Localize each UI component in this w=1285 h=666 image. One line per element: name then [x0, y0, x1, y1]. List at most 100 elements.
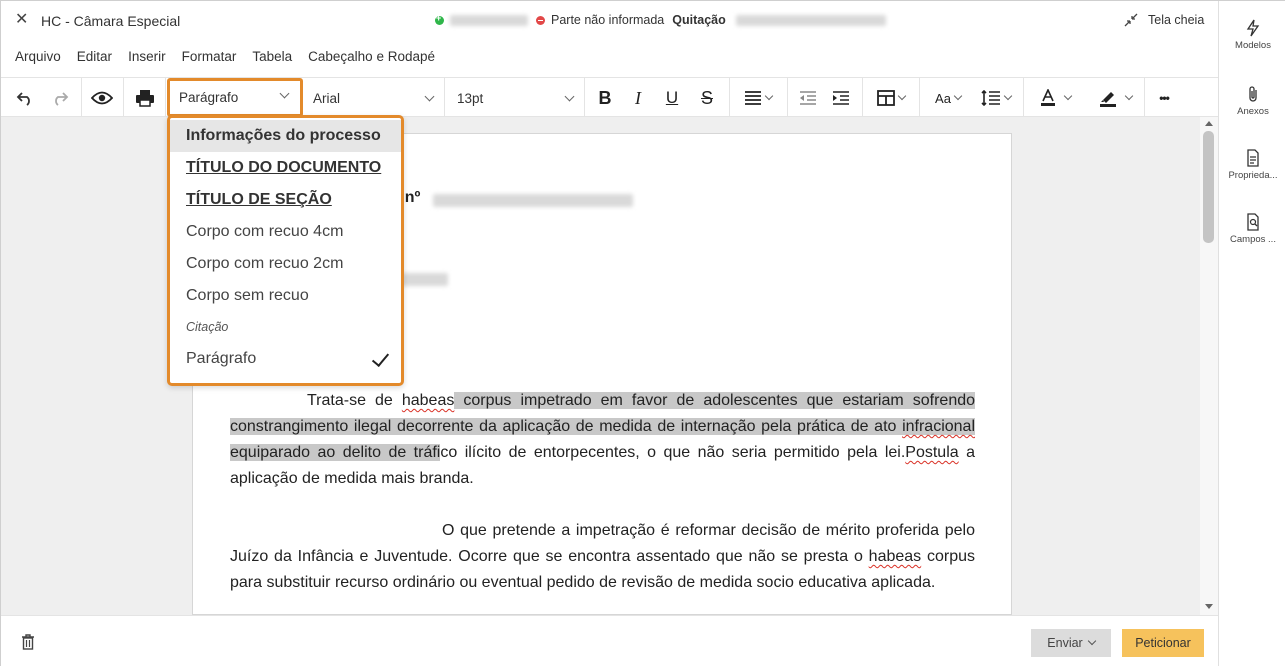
- sidebar-item-label: Proprieda...: [1228, 170, 1278, 181]
- more-options-button[interactable]: •••: [1151, 84, 1177, 112]
- chevron-down-icon: [1124, 91, 1134, 101]
- chevron-down-icon: [764, 91, 774, 101]
- undo-button[interactable]: [13, 84, 37, 112]
- preview-button[interactable]: [89, 84, 115, 112]
- style-option-paragrafo-label: Parágrafo: [186, 350, 257, 367]
- underline-button[interactable]: U: [662, 84, 682, 112]
- fullscreen-button[interactable]: Tela cheia: [1124, 13, 1204, 27]
- party-missing-label: Parte não informada: [551, 13, 665, 27]
- party-info: Parte não informada Quitação: [435, 13, 886, 27]
- chevron-down-icon: [424, 91, 435, 101]
- paragraph-style-value: Parágrafo: [179, 90, 239, 105]
- bold-button[interactable]: B: [595, 84, 615, 112]
- toolbar-separator: [729, 78, 730, 117]
- redacted-number: [433, 194, 633, 207]
- send-button[interactable]: Enviar: [1031, 629, 1111, 657]
- scroll-up-icon[interactable]: [1205, 121, 1213, 126]
- party-ok-icon: [435, 13, 444, 25]
- menu-inserir[interactable]: Inserir: [120, 49, 174, 64]
- font-family-select[interactable]: Arial: [303, 81, 443, 115]
- paperclip-icon: [1249, 86, 1257, 102]
- trash-icon[interactable]: [21, 634, 35, 655]
- vertical-scrollbar[interactable]: [1200, 117, 1218, 615]
- font-size-value: 13pt: [457, 90, 484, 106]
- collapse-icon: [1124, 13, 1138, 27]
- printer-icon: [136, 90, 154, 107]
- toolbar-separator: [123, 78, 124, 117]
- highlight-color-button[interactable]: [1092, 84, 1138, 112]
- bottom-bar: Enviar Peticionar: [1, 615, 1218, 666]
- indent-icon: [833, 91, 849, 105]
- line-height-button[interactable]: [976, 84, 1016, 112]
- menu-formatar[interactable]: Formatar: [174, 49, 245, 64]
- style-option-recuo-2cm[interactable]: Corpo com recuo 2cm: [170, 248, 401, 280]
- table-icon: [877, 90, 895, 106]
- menu-arquivo[interactable]: Arquivo: [7, 49, 69, 64]
- italic-button[interactable]: I: [628, 84, 648, 112]
- style-option-titulo-secao[interactable]: TÍTULO DE SEÇÃO: [170, 184, 401, 216]
- style-option-informacoes[interactable]: Informações do processo: [170, 120, 401, 152]
- close-icon[interactable]: ✕: [15, 12, 31, 28]
- sidebar-item-label: Modelos: [1235, 40, 1271, 51]
- paragraph-2: O que pretende a impetração é reformar d…: [230, 518, 975, 596]
- para1-text: co ilícito de entorpecentes, o que não s…: [440, 444, 906, 461]
- chevron-down-icon: [1063, 91, 1073, 101]
- sidebar-item-label: Campos ...: [1230, 234, 1276, 245]
- redacted-party: [450, 14, 528, 26]
- toolbar-separator: [1144, 78, 1145, 117]
- strikethrough-button[interactable]: S: [696, 84, 718, 112]
- align-justify-icon: [745, 91, 761, 105]
- search-document-icon: [1247, 213, 1259, 231]
- table-button[interactable]: [872, 84, 910, 112]
- font-family-value: Arial: [313, 90, 341, 106]
- chevron-down-icon: [1087, 636, 1096, 646]
- petition-button[interactable]: Peticionar: [1122, 629, 1204, 657]
- title-bar: ✕ HC - Câmara Especial Parte não informa…: [1, 1, 1218, 41]
- menu-editar[interactable]: Editar: [69, 49, 120, 64]
- sidebar-item-anexos[interactable]: Anexos: [1219, 85, 1285, 117]
- party-status-label: Quitação: [672, 13, 726, 27]
- style-option-citacao[interactable]: Citação: [170, 312, 401, 342]
- style-option-sem-recuo[interactable]: Corpo sem recuo: [170, 280, 401, 312]
- text-case-button[interactable]: Aa: [929, 84, 967, 112]
- text-case-label: Aa: [935, 90, 951, 106]
- sidebar-item-campos[interactable]: Campos ...: [1219, 213, 1285, 245]
- toolbar-separator: [862, 78, 863, 117]
- app-window: ✕ HC - Câmara Especial Parte não informa…: [0, 0, 1285, 666]
- document-properties-icon: [1247, 149, 1259, 167]
- toolbar-separator: [165, 78, 166, 117]
- print-button[interactable]: [132, 84, 158, 112]
- paragraph-1: Trata-se de habeas corpus impetrado em f…: [230, 388, 976, 492]
- indent-button[interactable]: [830, 84, 852, 112]
- redo-icon: [55, 92, 69, 106]
- style-option-paragrafo[interactable]: Parágrafo: [170, 342, 401, 376]
- menu-cabecalho-rodape[interactable]: Cabeçalho e Rodapé: [300, 49, 443, 64]
- paragraph-style-select[interactable]: Parágrafo: [167, 78, 303, 117]
- style-option-titulo-documento[interactable]: TÍTULO DO DOCUMENTO: [170, 152, 401, 184]
- lightning-icon: [1246, 19, 1260, 37]
- eye-icon: [91, 91, 113, 105]
- scroll-down-icon[interactable]: [1205, 604, 1213, 609]
- misspelled-word: habeas: [868, 548, 922, 565]
- menu-bar: Arquivo Editar Inserir Formatar Tabela C…: [7, 49, 443, 64]
- align-button[interactable]: [739, 84, 777, 112]
- sidebar-item-modelos[interactable]: Modelos: [1219, 19, 1285, 51]
- highlighted-text: equiparado ao delito de tráfi: [230, 444, 441, 461]
- sidebar-item-label: Anexos: [1237, 106, 1269, 117]
- outdent-icon: [800, 91, 816, 105]
- redacted-name: [398, 273, 448, 286]
- para1-start: Trata-se de: [307, 392, 393, 409]
- sidebar-item-propriedades[interactable]: Proprieda...: [1219, 149, 1285, 181]
- font-size-select[interactable]: 13pt: [447, 81, 583, 115]
- font-color-button[interactable]: [1034, 84, 1076, 112]
- toolbar-separator: [584, 78, 585, 117]
- scroll-thumb[interactable]: [1203, 131, 1214, 243]
- toolbar-separator: [444, 78, 445, 117]
- window-title: HC - Câmara Especial: [41, 13, 181, 29]
- redo-button[interactable]: [48, 84, 72, 112]
- chevron-down-icon: [897, 91, 907, 101]
- outdent-button[interactable]: [797, 84, 819, 112]
- menu-tabela[interactable]: Tabela: [244, 49, 300, 64]
- line-height-icon: [981, 90, 1000, 106]
- style-option-recuo-4cm[interactable]: Corpo com recuo 4cm: [170, 216, 401, 248]
